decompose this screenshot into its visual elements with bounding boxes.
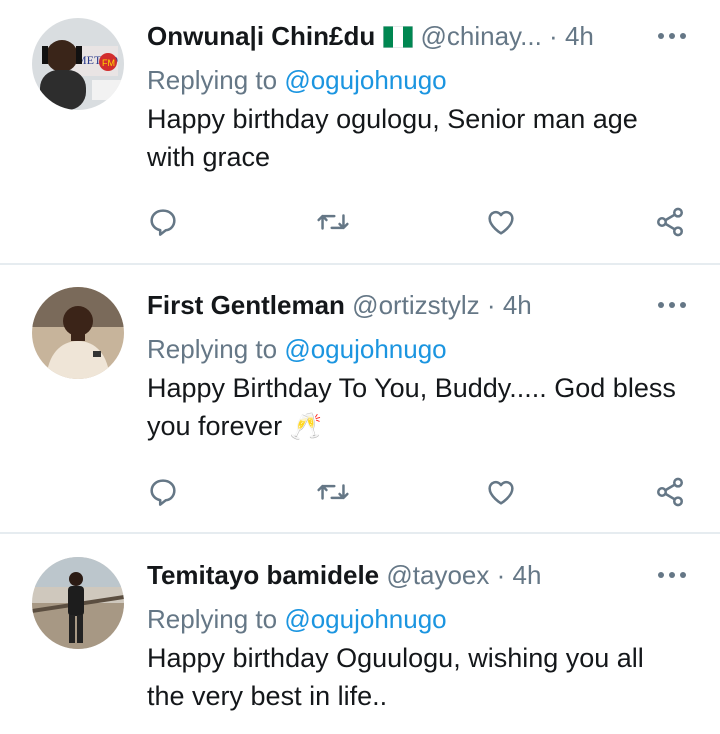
mention-link[interactable]: @ogujohnugo — [284, 65, 446, 95]
timestamp[interactable]: 4h — [503, 290, 532, 320]
handle[interactable]: @chinay... — [421, 21, 542, 51]
like-icon[interactable] — [479, 200, 523, 244]
tweet-header: First Gentleman @ortizstylz · 4h — [147, 285, 692, 325]
share-icon[interactable] — [648, 200, 692, 244]
tweet-text-line: with grace — [147, 142, 271, 172]
tweet-actions — [0, 470, 720, 514]
more-options-icon[interactable] — [652, 16, 692, 56]
reply-icon[interactable] — [141, 470, 185, 514]
more-options-icon[interactable] — [652, 555, 692, 595]
svg-text:FM: FM — [102, 58, 115, 68]
tweet-3[interactable]: Temitayo bamidele @tayoex · 4h Replying … — [0, 555, 720, 734]
tweet-text-line-part: you forever — [147, 411, 283, 441]
separator-dot: · — [496, 560, 506, 590]
tweet-header: Temitayo bamidele @tayoex · 4h — [147, 555, 692, 595]
tweet-actions — [0, 200, 720, 244]
separator-dot: · — [486, 290, 496, 320]
avatar[interactable] — [32, 287, 124, 379]
reply-icon[interactable] — [141, 200, 185, 244]
separator-dot: · — [549, 21, 558, 51]
share-icon[interactable] — [648, 470, 692, 514]
retweet-icon[interactable] — [311, 200, 355, 244]
replying-prefix: Replying to — [147, 65, 278, 95]
tweet-text-line: Happy Birthday To You, Buddy..... God bl… — [147, 373, 676, 403]
tweet-text: Happy Birthday To You, Buddy..... God bl… — [147, 369, 707, 445]
mention-link[interactable]: @ogujohnugo — [284, 334, 446, 364]
display-name[interactable]: Onwuna|i Chin£du — [147, 21, 375, 51]
replying-to: Replying to @ogujohnugo — [147, 329, 447, 369]
clinking-glasses-emoji: 🥂 — [289, 411, 322, 441]
tweet-2[interactable]: First Gentleman @ortizstylz · 4h Replyin… — [0, 285, 720, 525]
tweet-text-line: Happy birthday Oguulogu, wishing you all — [147, 643, 644, 673]
tweet-text: Happy birthday Oguulogu, wishing you all… — [147, 639, 707, 715]
retweet-icon[interactable] — [311, 470, 355, 514]
replying-to: Replying to @ogujohnugo — [147, 599, 447, 639]
nigeria-flag-icon — [382, 19, 414, 59]
more-options-icon[interactable] — [652, 285, 692, 325]
replying-prefix: Replying to — [147, 604, 278, 634]
replying-to: Replying to @ogujohnugo — [147, 60, 447, 100]
timestamp[interactable]: 4h — [513, 560, 542, 590]
avatar[interactable]: METRO FM — [32, 18, 124, 110]
handle[interactable]: @tayoex — [386, 560, 489, 590]
display-name[interactable]: First Gentleman — [147, 290, 345, 320]
tweet-text-line: the very best in life.. — [147, 681, 388, 711]
handle[interactable]: @ortizstylz — [352, 290, 480, 320]
timestamp[interactable]: 4h — [565, 21, 594, 51]
tweet-text: Happy birthday ogulogu, Senior man age w… — [147, 100, 707, 176]
like-icon[interactable] — [479, 470, 523, 514]
tweet-text-line: Happy birthday ogulogu, Senior man age — [147, 104, 638, 134]
tweet-text-line: you forever 🥂 — [147, 407, 707, 445]
avatar[interactable] — [32, 557, 124, 649]
replying-prefix: Replying to — [147, 334, 278, 364]
display-name[interactable]: Temitayo bamidele — [147, 560, 379, 590]
tweet-header: Onwuna|i Chin£du @chinay... · 4h — [147, 16, 692, 56]
tweet-divider — [0, 263, 720, 265]
tweet-divider — [0, 532, 720, 534]
mention-link[interactable]: @ogujohnugo — [284, 604, 446, 634]
tweet-1[interactable]: METRO FM Onwuna|i Chin£du @chinay... · 4… — [0, 16, 720, 256]
